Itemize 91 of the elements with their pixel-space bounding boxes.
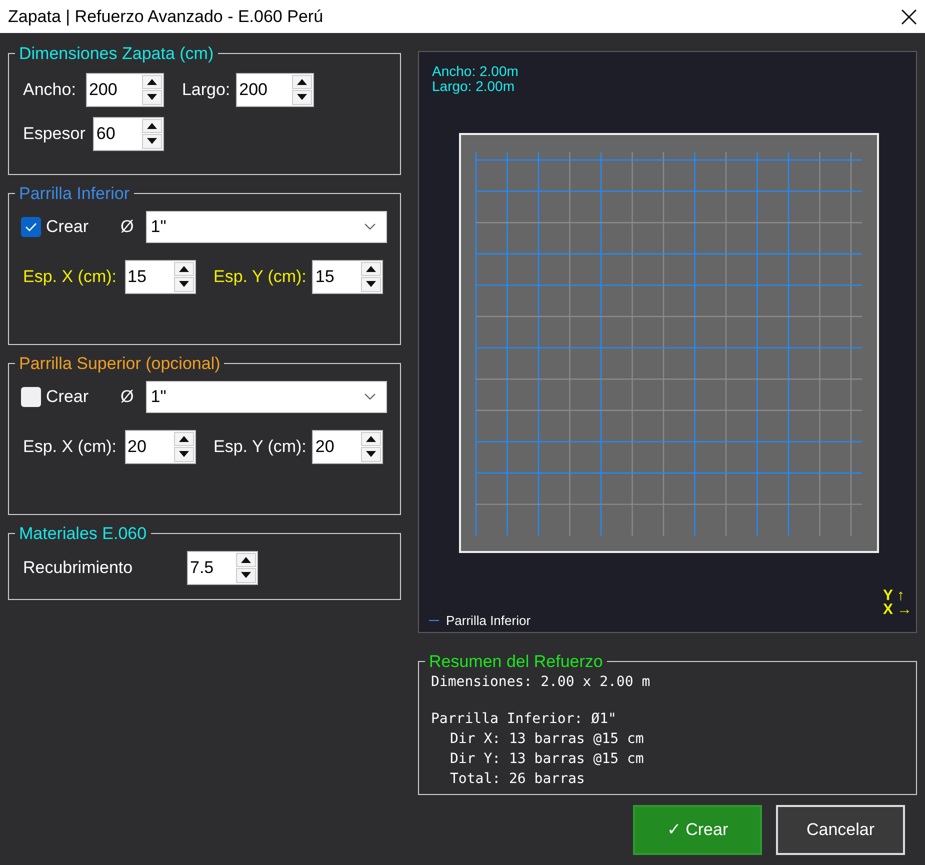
legend-line-icon (429, 620, 439, 621)
up-triangle-icon (366, 436, 376, 442)
spin-up-button[interactable] (236, 552, 256, 567)
dimension-label: Ancho: 2.00m (432, 64, 518, 79)
spin-down-button[interactable] (236, 568, 256, 582)
spin-up-button[interactable] (361, 432, 382, 446)
down-triangle-icon (297, 94, 308, 100)
spinner-value: 200 (88, 78, 118, 101)
crear-checkbox[interactable] (21, 216, 41, 236)
up-triangle-icon (366, 266, 376, 272)
chevron-down-icon (364, 393, 376, 400)
axis-arrow: ↑ (897, 589, 904, 603)
field-label: Esp. X (cm): (23, 266, 117, 288)
field-label: Recubrimiento (23, 556, 134, 579)
legend-label: Parrilla Inferior (446, 612, 531, 630)
create-button[interactable]: ✓ Crear (633, 805, 762, 855)
spin-down-button[interactable] (361, 277, 382, 292)
number-spinner[interactable]: 200 (86, 72, 164, 106)
down-triangle-icon (147, 138, 158, 144)
summary-line: Dimensiones: 2.00 x 2.00 m (431, 672, 652, 692)
up-triangle-icon (178, 436, 189, 442)
number-spinner[interactable]: 200 (236, 72, 314, 106)
spin-down-button[interactable] (174, 447, 194, 462)
down-triangle-icon (241, 572, 251, 578)
dropdown-value: 1" (150, 216, 166, 238)
spin-down-button[interactable] (174, 277, 194, 292)
summary-line: Total: 26 barras (449, 770, 586, 788)
field-label: Esp. Y (cm): (214, 266, 306, 288)
field-label: Esp. X (cm): (23, 436, 117, 458)
spinner-value: 60 (95, 122, 116, 145)
axis-arrow: → (897, 603, 912, 617)
window-title: Zapata | Refuerzo Avanzado - E.060 Perú (8, 6, 324, 28)
spin-down-button[interactable] (142, 134, 162, 148)
spin-up-button[interactable] (292, 74, 312, 89)
spin-up-button[interactable] (174, 262, 194, 276)
down-triangle-icon (178, 451, 189, 458)
spin-up-button[interactable] (142, 74, 162, 89)
diameter-dropdown[interactable]: 1" (146, 380, 387, 412)
up-triangle-icon (297, 78, 308, 85)
chevron-down-icon (364, 223, 376, 230)
cancel-button[interactable]: Cancelar (776, 805, 905, 855)
summary-line: Parrilla Inferior: Ø1" (431, 710, 618, 728)
group-title: Parrilla Inferior (18, 183, 131, 205)
check-icon (25, 222, 37, 232)
field-label: Espesor (23, 122, 86, 145)
spinner-value: 15 (314, 266, 336, 288)
diameter-label: Ø (120, 216, 134, 238)
down-triangle-icon (366, 281, 376, 288)
crear-checkbox[interactable] (21, 386, 41, 406)
group-title: Resumen del Refuerzo (428, 651, 604, 673)
up-triangle-icon (146, 78, 157, 85)
number-spinner[interactable]: 20 (124, 430, 196, 464)
number-spinner[interactable]: 15 (124, 260, 196, 294)
spinner-value: 15 (126, 266, 148, 288)
spinner-value: 7.5 (189, 556, 215, 579)
spin-up-button[interactable] (361, 262, 382, 276)
spin-up-button[interactable] (174, 432, 194, 446)
axis-letter: X (882, 603, 893, 617)
spinner-value: 200 (238, 78, 269, 101)
down-triangle-icon (366, 451, 376, 458)
field-label: Largo: (182, 78, 230, 101)
number-spinner[interactable]: 20 (312, 430, 384, 464)
summary-line: Dir Y: 13 barras @15 cm (449, 750, 645, 768)
up-triangle-icon (147, 122, 158, 129)
spinner-value: 20 (126, 436, 148, 458)
number-spinner[interactable]: 15 (312, 260, 384, 294)
up-triangle-icon (241, 556, 251, 563)
spin-up-button[interactable] (142, 118, 162, 133)
group-title: Dimensiones Zapata (cm) (18, 43, 215, 65)
diameter-dropdown[interactable]: 1" (146, 210, 387, 242)
down-triangle-icon (146, 94, 157, 100)
field-label: Ancho: (23, 78, 76, 101)
spin-down-button[interactable] (292, 90, 312, 104)
group-title: Parrilla Superior (opcional) (18, 353, 222, 375)
spin-down-button[interactable] (142, 90, 162, 104)
axis-letter: Y (882, 589, 893, 603)
diameter-label: Ø (120, 386, 134, 408)
group-title: Materiales E.060 (18, 523, 148, 545)
checkbox-label: Crear (46, 216, 89, 238)
number-spinner[interactable]: 7.5 (187, 550, 258, 584)
spinner-value: 20 (314, 436, 336, 458)
dropdown-value: 1" (150, 386, 166, 408)
down-triangle-icon (178, 281, 189, 288)
summary-line: Dir X: 13 barras @15 cm (449, 730, 645, 748)
spin-down-button[interactable] (361, 447, 382, 462)
up-triangle-icon (178, 266, 189, 272)
number-spinner[interactable]: 60 (93, 116, 164, 150)
dimension-label: Largo: 2.00m (432, 79, 516, 94)
field-label: Esp. Y (cm): (214, 436, 306, 458)
close-icon[interactable] (901, 8, 917, 24)
checkbox-label: Crear (46, 386, 89, 408)
